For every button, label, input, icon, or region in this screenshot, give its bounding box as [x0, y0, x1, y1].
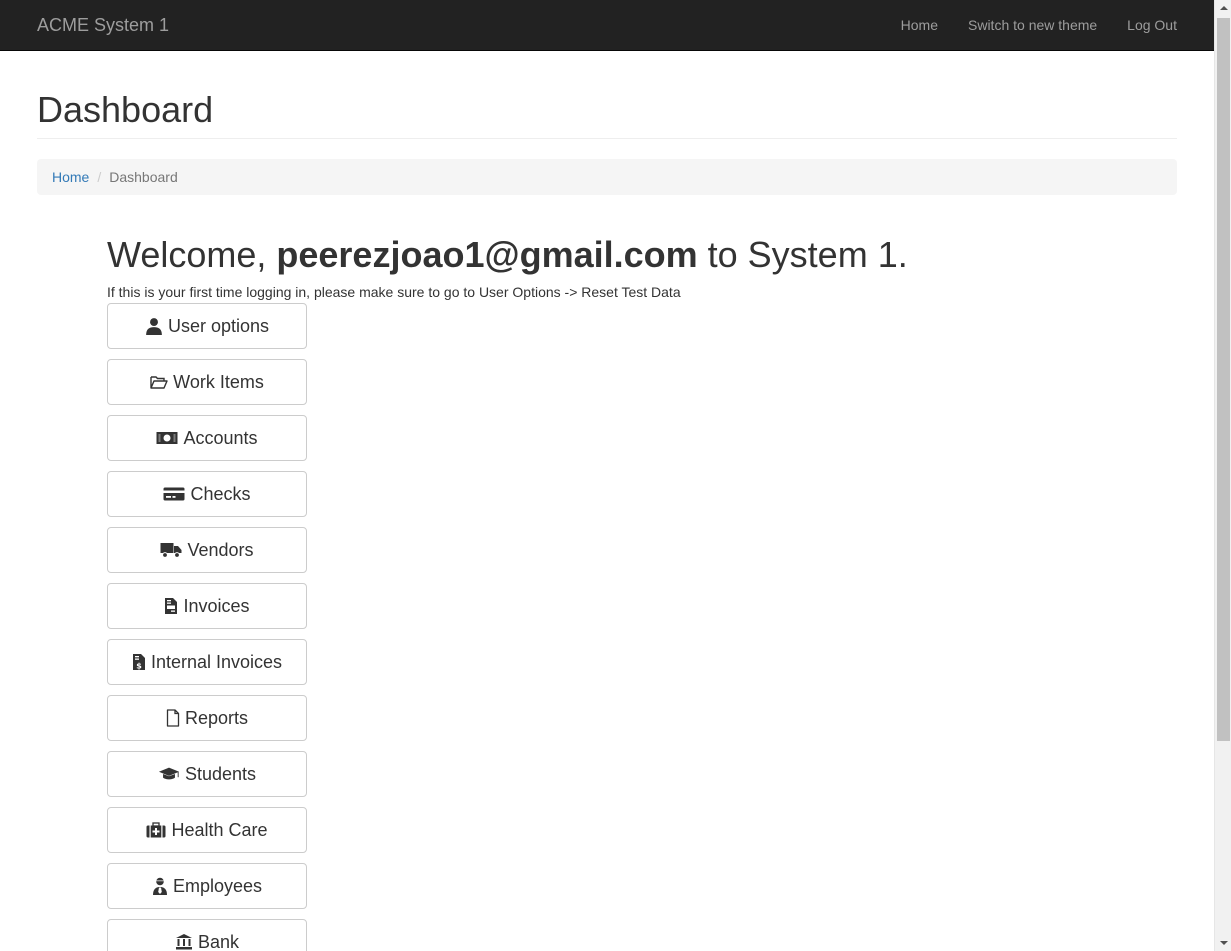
page-header: Dashboard: [37, 91, 1177, 139]
invoices-button[interactable]: Invoices: [107, 583, 307, 629]
menu-item-label: Bank: [197, 931, 240, 951]
file-invoice-dollar-icon: $: [132, 654, 145, 671]
reports-button[interactable]: Reports: [107, 695, 307, 741]
bank-icon: [175, 934, 192, 950]
navbar-links: Home Switch to new theme Log Out: [886, 0, 1177, 50]
medkit-icon: [146, 822, 166, 838]
welcome-suffix: to System 1.: [697, 234, 908, 275]
menu-item-label: Health Care: [171, 819, 268, 840]
browser-viewport: ACME System 1 Home Switch to new theme L…: [0, 0, 1231, 951]
menu-item-label: Vendors: [187, 539, 254, 560]
welcome-heading: Welcome, peerezjoao1@gmail.com to System…: [107, 233, 1177, 277]
welcome-area: Welcome, peerezjoao1@gmail.com to System…: [107, 233, 1177, 951]
file-icon: [166, 709, 180, 727]
page-title: Dashboard: [37, 89, 214, 130]
user-options-button[interactable]: User options: [107, 303, 307, 349]
breadcrumb: Home / Dashboard: [37, 159, 1177, 195]
work-items-button[interactable]: Work Items: [107, 359, 307, 405]
top-navbar: ACME System 1 Home Switch to new theme L…: [0, 0, 1214, 51]
internal-invoices-button[interactable]: $ Internal Invoices: [107, 639, 307, 685]
breadcrumb-separator: /: [97, 169, 102, 185]
dashboard-menu: User options Work Items Accounts Checks: [107, 302, 1177, 951]
main-container: Dashboard Home / Dashboard Welcome, peer…: [37, 51, 1177, 951]
user-tie-icon: [152, 877, 167, 895]
breadcrumb-home-link[interactable]: Home: [52, 169, 89, 185]
students-button[interactable]: Students: [107, 751, 307, 797]
vendors-button[interactable]: Vendors: [107, 527, 307, 573]
first-login-hint: If this is your first time logging in, p…: [107, 284, 681, 300]
employees-button[interactable]: Employees: [107, 863, 307, 909]
truck-icon: [160, 543, 182, 558]
health-care-button[interactable]: Health Care: [107, 807, 307, 853]
menu-item-label: Internal Invoices: [150, 651, 283, 672]
checks-button[interactable]: Checks: [107, 471, 307, 517]
breadcrumb-current: Dashboard: [109, 169, 178, 185]
folder-open-icon: [150, 376, 168, 389]
vertical-scrollbar[interactable]: [1214, 0, 1231, 951]
menu-item-label: Accounts: [183, 427, 258, 448]
accounts-button[interactable]: Accounts: [107, 415, 307, 461]
menu-item-label: Employees: [172, 875, 263, 896]
menu-item-label: Work Items: [173, 371, 264, 392]
welcome-user: peerezjoao1@gmail.com: [276, 234, 698, 275]
nav-home-link[interactable]: Home: [886, 0, 953, 50]
nav-logout-link[interactable]: Log Out: [1112, 0, 1177, 50]
scrollbar-thumb[interactable]: [1217, 18, 1230, 741]
menu-item-label: Checks: [190, 483, 251, 504]
menu-item-label: Invoices: [183, 595, 250, 616]
brand-link[interactable]: ACME System 1: [37, 0, 169, 50]
user-icon: [146, 318, 162, 335]
file-invoice-icon: [165, 598, 178, 614]
menu-item-label: Reports: [184, 707, 249, 728]
svg-text:$: $: [136, 662, 142, 671]
menu-item-label: User options: [167, 315, 270, 336]
nav-switch-theme-link[interactable]: Switch to new theme: [953, 0, 1112, 50]
credit-card-icon: [163, 487, 185, 501]
scroll-down-arrow-icon[interactable]: [1215, 934, 1231, 951]
menu-item-label: Students: [184, 763, 257, 784]
money-bill-icon: [156, 432, 178, 444]
graduation-cap-icon: [158, 767, 180, 780]
welcome-prefix: Welcome,: [107, 234, 277, 275]
bank-button[interactable]: Bank: [107, 919, 307, 951]
scroll-up-arrow-icon[interactable]: [1215, 0, 1231, 17]
